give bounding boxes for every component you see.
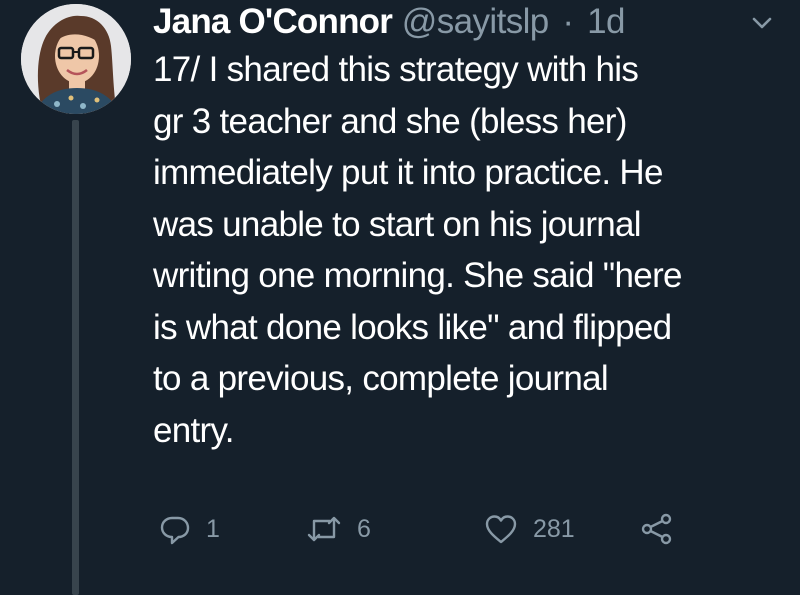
tweet-text-line: 17/ I shared this strategy with his [153, 50, 639, 89]
tweet-text-line: writing one morning. She said "here [153, 256, 682, 295]
author-name[interactable]: Jana O'Connor [153, 2, 393, 41]
thread-connector-line [72, 120, 79, 595]
tweet-text-line: immediately put it into practice. He [153, 153, 663, 192]
author-handle[interactable]: @sayitslp [402, 2, 549, 41]
tweet-text-line: entry. [153, 410, 234, 450]
tweet-text-line: gr 3 teacher and she (bless her) [153, 101, 627, 141]
reply-count: 1 [206, 514, 220, 543]
tweet-text: 17/ I shared this strategy with his gr 3… [153, 44, 793, 456]
tweet-actions: 1 6 281 [153, 509, 793, 549]
reply-icon [158, 512, 192, 546]
heart-icon [483, 512, 519, 546]
reply-button[interactable]: 1 [158, 509, 220, 549]
retweet-icon [305, 512, 343, 546]
tweet[interactable]: Jana O'Connor @sayitslp · 1d 17/ I share… [0, 0, 800, 595]
avatar[interactable] [21, 4, 131, 114]
header-separator: · [562, 2, 574, 41]
retweet-count: 6 [357, 514, 371, 543]
tweet-text-line: to a previous, complete journal [153, 359, 609, 398]
tweet-text-line: is what done looks like" and flipped [153, 307, 672, 347]
share-button[interactable] [639, 509, 675, 549]
chevron-down-icon[interactable] [747, 8, 777, 38]
share-icon [639, 512, 675, 546]
tweet-text-line: was unable to start on his journal [153, 204, 642, 244]
like-button[interactable]: 281 [483, 509, 575, 549]
tweet-timestamp[interactable]: 1d [587, 2, 625, 41]
tweet-header: Jana O'Connor @sayitslp · 1d [153, 2, 626, 42]
like-count: 281 [533, 514, 575, 543]
retweet-button[interactable]: 6 [305, 509, 371, 549]
